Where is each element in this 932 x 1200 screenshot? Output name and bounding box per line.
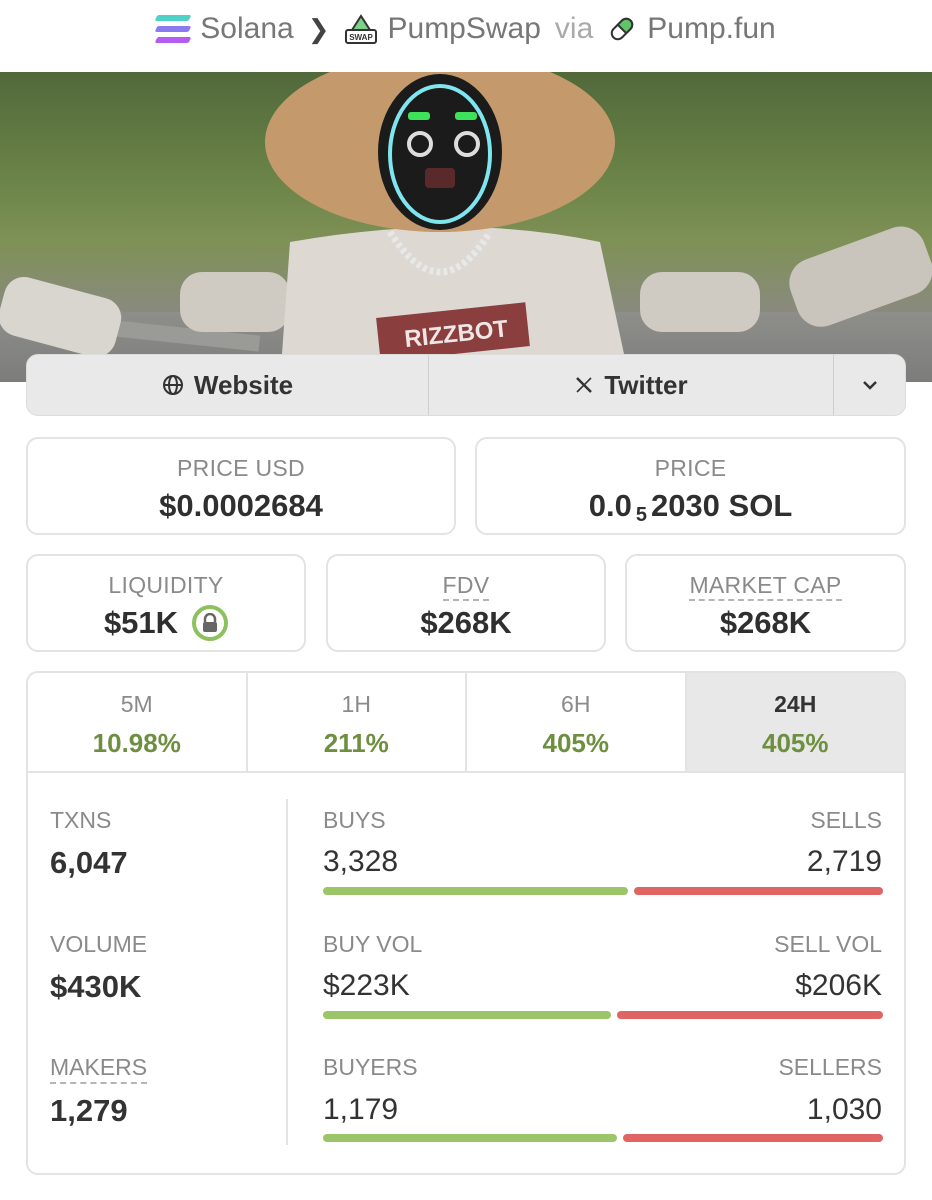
breadcrumb: Solana ❯ SWAP PumpSwap via Pump.fun <box>0 0 932 58</box>
sells-label: SELLS <box>810 807 882 833</box>
price-native-digits: 2030 <box>650 488 720 523</box>
sellers-label: SELLERS <box>778 1054 882 1080</box>
fdv-value: $268K <box>420 605 512 640</box>
chain-label: Solana <box>200 12 294 45</box>
tab-label: 5M <box>120 691 153 717</box>
solana-icon <box>154 15 192 43</box>
dex-label: PumpSwap <box>387 12 541 45</box>
volume-label: VOLUME <box>50 931 148 957</box>
trading-stats-card: 5M 10.98% 1H 211% 6H 405% 24H 405% TXNS … <box>26 671 906 1175</box>
market-cap-label[interactable]: MARKET CAP <box>689 572 842 601</box>
tab-change: 405% <box>762 728 829 758</box>
divider <box>286 799 288 1145</box>
volume-value: $430K <box>50 969 142 1004</box>
sells-bar <box>634 887 883 895</box>
sell-vol-bar <box>617 1011 883 1019</box>
liquidity-label: LIQUIDITY <box>108 572 224 598</box>
stats-grid: TXNS 6,047 VOLUME $430K MAKERS 1,279 BUY… <box>28 773 904 1173</box>
breadcrumb-dex[interactable]: SWAP PumpSwap <box>344 12 541 46</box>
txns-value: 6,047 <box>50 845 128 880</box>
tab-label: 24H <box>774 691 817 717</box>
tab-label: 6H <box>561 691 591 717</box>
tab-label: 1H <box>341 691 371 717</box>
chevron-right-icon: ❯ <box>307 13 330 44</box>
website-label: Website <box>193 369 294 400</box>
pill-icon <box>611 17 634 41</box>
svg-text:SWAP: SWAP <box>349 33 373 42</box>
buy-vol-bar <box>323 1011 611 1019</box>
price-native-zero-count: 5 <box>635 503 647 526</box>
price-native-prefix: 0.0 <box>588 488 632 523</box>
price-native-unit: SOL <box>728 488 793 523</box>
lock-icon[interactable] <box>192 605 229 641</box>
market-cap-card: MARKET CAP $268K <box>625 554 906 652</box>
sell-vol-value: $206K <box>795 969 882 1002</box>
website-button[interactable]: Website <box>27 355 429 415</box>
fdv-card: FDV $268K <box>326 554 606 652</box>
price-native-card: PRICE 0.0 5 2030 SOL <box>475 437 906 535</box>
social-links-bar: Website Twitter <box>26 354 906 416</box>
robot-illustration: RIZZBOT <box>0 72 932 382</box>
liquidity-card: LIQUIDITY $51K <box>26 554 306 652</box>
buy-vol-value: $223K <box>323 969 410 1002</box>
tab-5m[interactable]: 5M 10.98% <box>28 673 248 771</box>
buyers-value: 1,179 <box>323 1093 399 1126</box>
tab-24h[interactable]: 24H 405% <box>686 673 904 771</box>
timeframe-tabs: 5M 10.98% 1H 211% 6H 405% 24H 405% <box>28 673 904 773</box>
buy-vol-label: BUY VOL <box>323 931 423 957</box>
liquidity-value: $51K <box>103 605 179 640</box>
x-logo-icon <box>576 377 593 393</box>
tab-change: 405% <box>542 728 610 758</box>
price-native-label: PRICE <box>654 455 727 481</box>
price-usd-card: PRICE USD $0.0002684 <box>26 437 456 535</box>
price-usd-label: PRICE USD <box>177 455 305 481</box>
fdv-label[interactable]: FDV <box>442 572 490 601</box>
buys-value: 3,328 <box>323 845 399 878</box>
tab-change: 211% <box>323 728 389 758</box>
sell-vol-label: SELL VOL <box>774 931 882 957</box>
breadcrumb-launchpad[interactable]: Pump.fun <box>607 12 776 46</box>
breadcrumb-chain[interactable]: Solana <box>154 12 294 46</box>
buys-label: BUYS <box>323 807 386 833</box>
tab-6h[interactable]: 6H 405% <box>467 673 687 771</box>
price-usd-value: $0.0002684 <box>159 488 323 523</box>
buyers-bar <box>323 1134 617 1142</box>
sells-value: 2,719 <box>806 845 882 878</box>
tab-change: 10.98% <box>92 728 181 758</box>
market-cap-value: $268K <box>719 605 812 640</box>
sellers-bar <box>623 1134 883 1142</box>
pumpswap-icon: SWAP <box>344 14 377 44</box>
chevron-down-icon <box>862 381 877 390</box>
makers-label[interactable]: MAKERS <box>50 1054 148 1084</box>
price-native-value: 0.0 5 2030 SOL <box>477 488 904 526</box>
buys-bar <box>323 887 628 895</box>
launchpad-label: Pump.fun <box>647 12 776 45</box>
txns-label: TXNS <box>50 807 112 833</box>
more-links-dropdown[interactable] <box>834 355 905 415</box>
twitter-button[interactable]: Twitter <box>429 355 834 415</box>
buyers-label: BUYERS <box>323 1054 418 1080</box>
token-banner-image: RIZZBOT <box>0 72 932 382</box>
twitter-label: Twitter <box>604 369 688 400</box>
via-label: via <box>554 12 594 45</box>
globe-icon <box>162 375 183 395</box>
tab-1h[interactable]: 1H 211% <box>248 673 467 771</box>
sellers-value: 1,030 <box>806 1093 882 1126</box>
makers-value: 1,279 <box>50 1093 128 1128</box>
